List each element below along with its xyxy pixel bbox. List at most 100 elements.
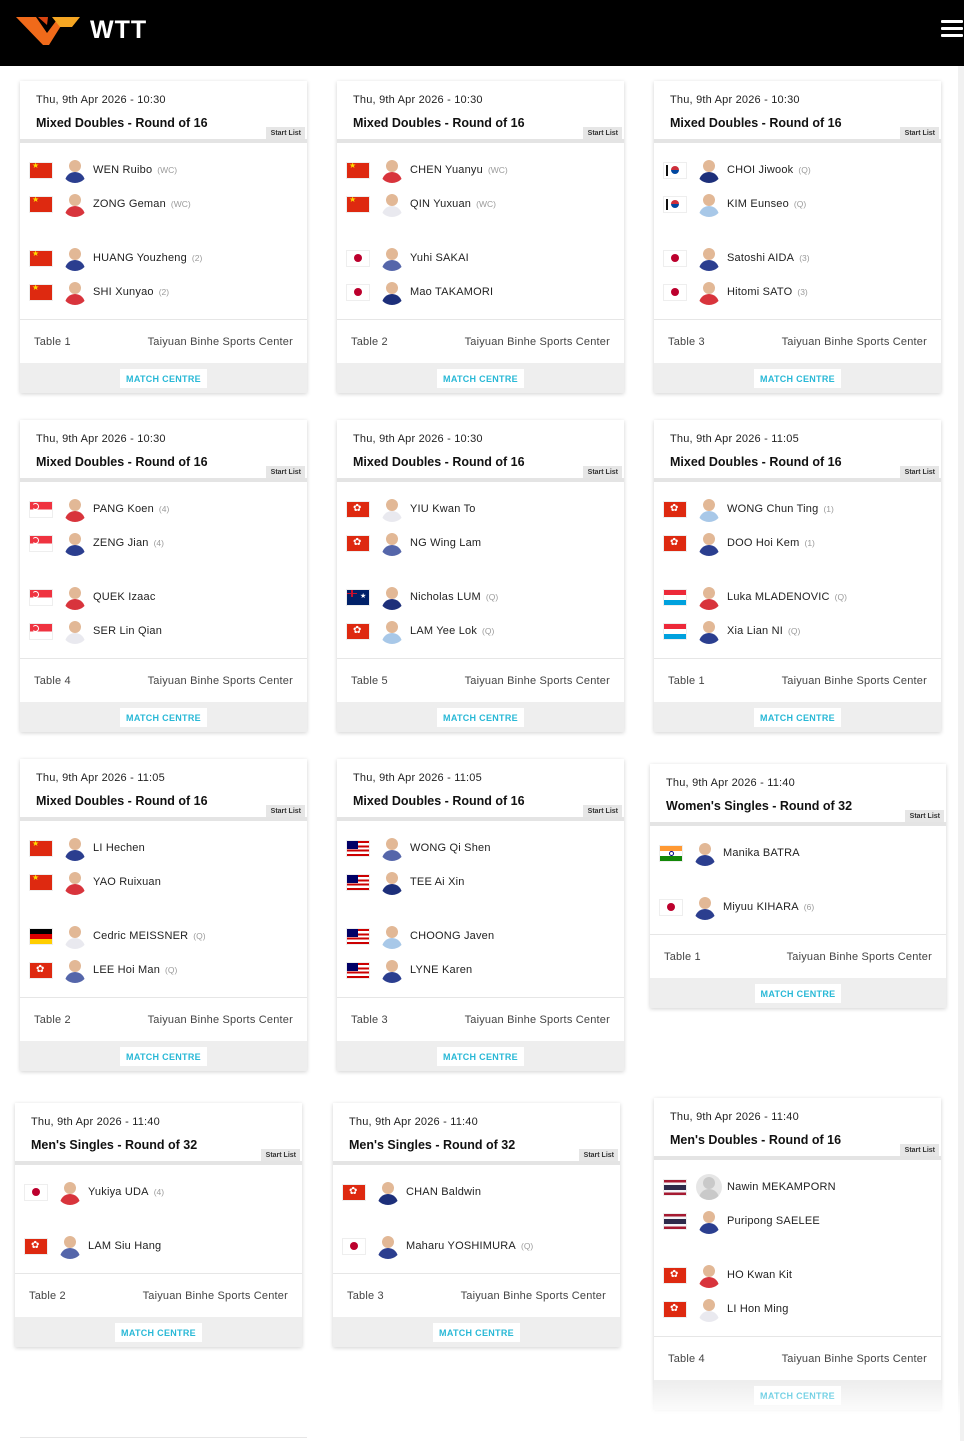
player-name[interactable]: PANG Koen (93, 503, 154, 515)
table-number: Table 1 (668, 674, 705, 687)
player-name[interactable]: YIU Kwan To (410, 503, 476, 515)
player-name[interactable]: LAM Yee Lok (410, 625, 477, 637)
start-list-button[interactable]: Start List (899, 127, 939, 139)
player-avatar (62, 191, 88, 217)
player-name[interactable]: Nicholas LUM (410, 591, 481, 603)
player-name[interactable]: Satoshi AIDA (727, 252, 794, 264)
start-list-button[interactable]: Start List (578, 1149, 618, 1161)
player-name[interactable]: LAM Siu Hang (88, 1240, 161, 1252)
player-name[interactable]: HUANG Youzheng (93, 252, 187, 264)
page-scrollbar[interactable] (958, 66, 964, 1441)
player-name[interactable]: CHAN Baldwin (406, 1186, 481, 1198)
player-name[interactable]: Luka MLADENOVIC (727, 591, 830, 603)
china-flag-icon (30, 196, 52, 212)
player-name[interactable]: Manika BATRA (723, 847, 800, 859)
player-avatar (375, 1179, 401, 1205)
player-avatar (696, 1296, 722, 1322)
hamburger-menu-icon[interactable] (941, 17, 963, 39)
team-2: Miyuu KIHARA (6) (660, 890, 936, 924)
match-header: Thu, 9th Apr 2026 - 11:40 Men's Doubles -… (654, 1098, 941, 1156)
player-name[interactable]: Maharu YOSHIMURA (406, 1240, 516, 1252)
start-list-button[interactable]: Start List (899, 466, 939, 478)
match-centre-button[interactable]: MATCH CENTRE (437, 1046, 524, 1066)
match-centre-button[interactable]: MATCH CENTRE (120, 1046, 207, 1066)
match-centre-button[interactable]: MATCH CENTRE (120, 368, 207, 388)
team-1: WONG Qi Shen TEE Ai Xin (347, 831, 614, 899)
china-flag-icon (30, 874, 52, 890)
start-list-button[interactable]: Start List (582, 466, 622, 478)
team-2: Cedric MEISSNER (Q) LEE Hoi Man (Q) (30, 919, 297, 987)
start-list-button[interactable]: Start List (899, 1144, 939, 1156)
match-centre-button[interactable]: MATCH CENTRE (754, 368, 841, 388)
player-name[interactable]: HO Kwan Kit (727, 1269, 792, 1281)
match-card: Thu, 9th Apr 2026 - 10:30 Mixed Doubles -… (654, 81, 941, 393)
match-centre-button[interactable]: MATCH CENTRE (120, 707, 207, 727)
match-centre-button[interactable]: MATCH CENTRE (433, 1322, 520, 1342)
player-name[interactable]: WEN Ruibo (93, 164, 152, 176)
player-name[interactable]: YAO Ruixuan (93, 876, 161, 888)
player-name[interactable]: WONG Qi Shen (410, 842, 491, 854)
event-round: Men's Singles - Round of 32 (349, 1138, 516, 1152)
player-name[interactable]: ZONG Geman (93, 198, 166, 210)
match-centre-button[interactable]: MATCH CENTRE (754, 983, 842, 1003)
player-name[interactable]: QIN Yuxuan (410, 198, 471, 210)
player-name[interactable]: Yukiya UDA (88, 1186, 149, 1198)
player-name[interactable]: TEE Ai Xin (410, 876, 465, 888)
event-round: Men's Singles - Round of 32 (31, 1138, 198, 1152)
china-flag-icon (30, 162, 52, 178)
player-name[interactable]: LEE Hoi Man (93, 964, 160, 976)
start-list-button[interactable]: Start List (582, 127, 622, 139)
player-avatar (696, 157, 722, 183)
player-name[interactable]: Mao TAKAMORI (410, 286, 493, 298)
venue-name: Taiyuan Binhe Sports Center (786, 950, 932, 963)
player-name[interactable]: Yuhi SAKAI (410, 252, 469, 264)
start-list-button[interactable]: Start List (265, 466, 305, 478)
players-section: YIU Kwan ToNG Wing LamNicholas LUM(Q)LAM… (337, 482, 624, 658)
start-list-button[interactable]: Start List (260, 1149, 300, 1161)
player-name[interactable]: Xia Lian NI (727, 625, 783, 637)
player-name[interactable]: Miyuu KIHARA (723, 901, 799, 913)
table-number: Table 2 (34, 1013, 71, 1026)
player-seed: (WC) (157, 165, 178, 175)
player-name[interactable]: Nawin MEKAMPORN (727, 1181, 836, 1193)
table-number: Table 4 (668, 1352, 705, 1365)
player-name[interactable]: LYNE Karen (410, 964, 472, 976)
start-list-button[interactable]: Start List (904, 810, 944, 822)
player-name[interactable]: KIM Eunseo (727, 198, 789, 210)
table-number: Table 3 (347, 1289, 384, 1302)
player-name[interactable]: WONG Chun Ting (727, 503, 818, 515)
player-name[interactable]: CHOI Jiwook (727, 164, 793, 176)
player-name[interactable]: SHI Xunyao (93, 286, 154, 298)
player-name[interactable]: NG Wing Lam (410, 537, 481, 549)
start-list-button[interactable]: Start List (265, 805, 305, 817)
player-name[interactable]: ZENG Jian (93, 537, 149, 549)
player-name[interactable]: CHEN Yuanyu (410, 164, 483, 176)
player-name[interactable]: SER Lin Qian (93, 625, 162, 637)
card-action-bar: MATCH CENTRE (654, 702, 941, 732)
match-centre-button[interactable]: MATCH CENTRE (437, 707, 524, 727)
wtt-logo[interactable]: WTT (16, 13, 147, 47)
player-name[interactable]: DOO Hoi Kem (727, 537, 800, 549)
player-name[interactable]: Hitomi SATO (727, 286, 792, 298)
player-avatar (692, 840, 718, 866)
player-name[interactable]: QUEK Izaac (93, 591, 156, 603)
player-row: KIM Eunseo (Q) (664, 187, 931, 221)
start-list-button[interactable]: Start List (582, 805, 622, 817)
player-row: SER Lin Qian (30, 614, 297, 648)
player-name[interactable]: Cedric MEISSNER (93, 930, 188, 942)
table-number: Table 2 (29, 1289, 66, 1302)
player-avatar (379, 496, 405, 522)
player-name[interactable]: LI Hechen (93, 842, 145, 854)
match-card: Thu, 9th Apr 2026 - 11:40 Men's Doubles -… (654, 1098, 941, 1410)
player-row: Luka MLADENOVIC (Q) (664, 580, 931, 614)
player-name[interactable]: LI Hon Ming (727, 1303, 789, 1315)
player-name[interactable]: CHOONG Javen (410, 930, 494, 942)
match-centre-button[interactable]: MATCH CENTRE (437, 368, 524, 388)
start-list-button[interactable]: Start List (265, 127, 305, 139)
match-centre-button[interactable]: MATCH CENTRE (754, 707, 841, 727)
match-centre-button[interactable]: MATCH CENTRE (115, 1322, 202, 1342)
player-name[interactable]: Puripong SAELEE (727, 1215, 820, 1227)
match-location: Table 5 Taiyuan Binhe Sports Center (337, 658, 624, 702)
player-avatar (62, 245, 88, 271)
match-datetime: Thu, 9th Apr 2026 - 11:40 (349, 1116, 478, 1128)
